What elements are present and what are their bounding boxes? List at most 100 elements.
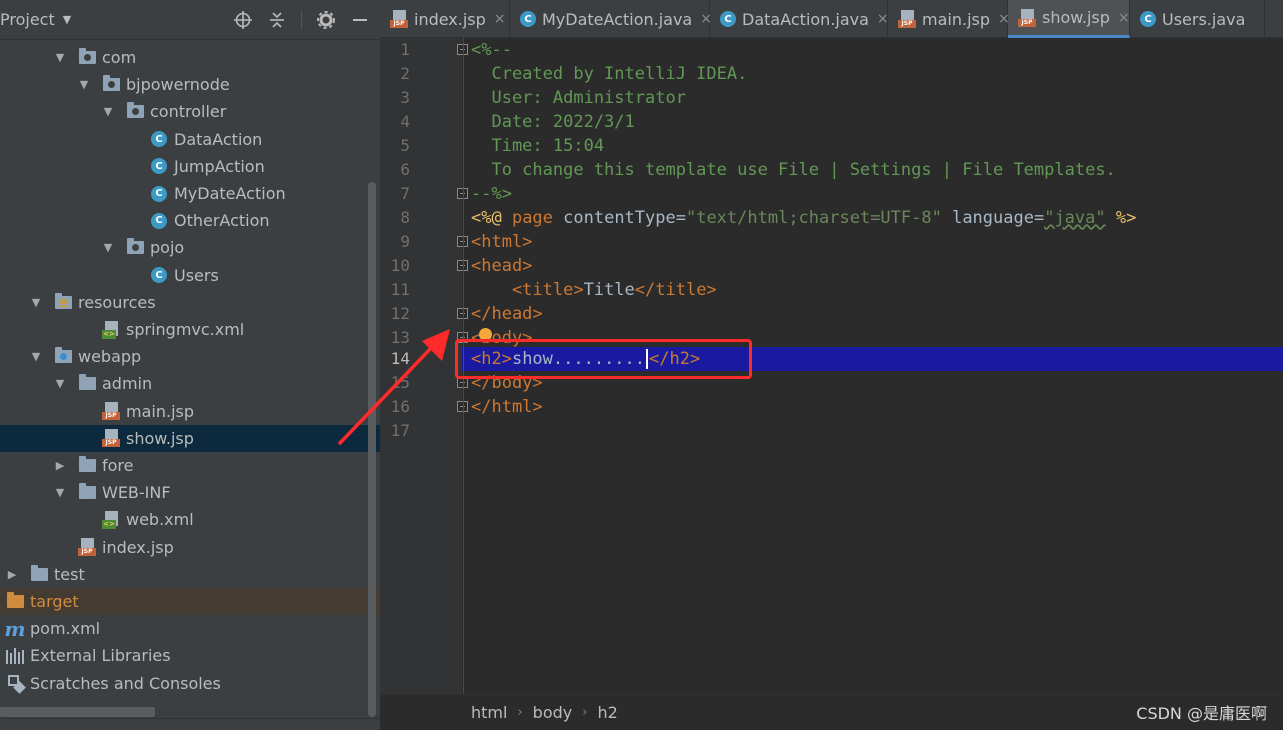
expand-arrow-right-icon[interactable]: ▶ [54, 459, 66, 472]
code-line-11: <title>Title</title> [471, 278, 717, 302]
chevron-down-icon: ▼ [62, 13, 72, 26]
line-number: 2 [400, 64, 410, 83]
jsp-page-keyword: page [511, 208, 553, 228]
line-number: 1 [400, 40, 410, 59]
package-folder-icon [102, 75, 120, 94]
tree-item-fore[interactable]: ▶ fore [0, 452, 380, 479]
close-icon[interactable]: × [1118, 10, 1130, 26]
java-class-icon: C [150, 266, 168, 284]
tree-item-label: test [54, 564, 85, 584]
expand-arrow-down-icon[interactable]: ▼ [102, 241, 114, 254]
breadcrumb-item-html[interactable]: html [471, 703, 507, 722]
tree-item-web-xml[interactable]: <> web.xml [0, 506, 380, 533]
tree-item-external-libraries[interactable]: External Libraries [0, 642, 380, 669]
code-line-12: </head> [471, 304, 543, 324]
scratches-icon [6, 674, 26, 694]
project-view-selector[interactable]: Project ▼ [0, 10, 71, 29]
tab-label: main.jsp [922, 9, 990, 29]
tree-item-test[interactable]: ▶ test [0, 561, 380, 588]
code-line-7: --%> [471, 184, 512, 204]
toolbar-divider [301, 10, 302, 30]
tree-item-web-inf[interactable]: ▼ WEB-INF [0, 479, 380, 506]
expand-arrow-down-icon[interactable]: ▼ [30, 350, 42, 363]
line-number: 11 [390, 280, 410, 299]
tree-item-users[interactable]: C Users [0, 262, 380, 289]
tree-item-bjpowernode[interactable]: ▼ bjpowernode [0, 71, 380, 98]
tree-item-webapp[interactable]: ▼ webapp [0, 343, 380, 370]
expand-arrow-right-icon[interactable]: ▶ [6, 568, 18, 581]
line-number: 10 [390, 256, 410, 275]
project-tree-horizontal-scrollbar[interactable] [0, 707, 155, 717]
tree-item-label: bjpowernode [126, 75, 230, 95]
tree-item-controller[interactable]: ▼ controller [0, 98, 380, 125]
close-icon[interactable]: × [494, 11, 506, 27]
annotation-arrow-icon [338, 329, 450, 445]
tree-item-springmvc-xml[interactable]: <> springmvc.xml [0, 316, 380, 343]
java-class-icon: C [720, 11, 736, 27]
tree-item-label: Users [174, 265, 219, 285]
tree-item-pojo[interactable]: ▼ pojo [0, 234, 380, 261]
tree-item-label: WEB-INF [102, 483, 171, 503]
folder-icon [30, 564, 48, 583]
libraries-icon [6, 647, 24, 665]
expand-arrow-down-icon[interactable]: ▼ [102, 105, 114, 118]
package-folder-icon [78, 48, 96, 67]
tab-label: MyDateAction.java [542, 9, 693, 29]
breadcrumb-item-body[interactable]: body [533, 703, 573, 722]
line-number: 8 [400, 208, 410, 227]
breadcrumb-separator-icon: › [582, 705, 588, 720]
minimize-icon[interactable] [350, 9, 370, 31]
tree-item-com[interactable]: ▼ com [0, 44, 380, 71]
tree-item-label: DataAction [174, 129, 263, 149]
title-close-tag: </title> [634, 280, 717, 300]
tab-show-jsp[interactable]: JSP show.jsp × [1008, 0, 1130, 38]
tree-item-label: resources [78, 292, 156, 312]
collapse-all-icon[interactable] [267, 9, 287, 31]
tree-item-jumpaction[interactable]: C JumpAction [0, 153, 380, 180]
tree-item-label: web.xml [126, 510, 194, 530]
tab-label: Users.java [1162, 9, 1246, 29]
breadcrumb-item-h2[interactable]: h2 [597, 703, 617, 722]
line-number: 7 [400, 184, 410, 203]
gear-icon[interactable] [316, 9, 336, 31]
expand-arrow-down-icon[interactable]: ▼ [54, 377, 66, 390]
tab-main-jsp[interactable]: JSP main.jsp × [888, 0, 1010, 38]
close-icon[interactable]: × [877, 11, 889, 27]
attr-content-type: contentType= [552, 208, 686, 228]
line-number: 3 [400, 88, 410, 107]
tree-item-show-jsp[interactable]: JSP show.jsp [0, 424, 380, 452]
expand-arrow-down-icon[interactable]: ▼ [78, 78, 90, 91]
expand-arrow-down-icon[interactable]: ▼ [30, 296, 42, 309]
code-line-4: Date: 2022/3/1 [471, 112, 635, 132]
tree-item-label: index.jsp [102, 537, 174, 557]
package-folder-icon [126, 102, 144, 121]
tree-item-label: pom.xml [30, 619, 101, 639]
tab-index-jsp[interactable]: JSP index.jsp × [380, 0, 510, 38]
tree-item-target[interactable]: ▶target [0, 588, 380, 615]
editor-tab-bar: JSP index.jsp × C MyDateAction.java × C DataAct… [380, 0, 1283, 38]
tree-item-index-jsp[interactable]: JSP index.jsp [0, 534, 380, 561]
jsp-file-icon: JSP [102, 402, 120, 421]
code-line-6: To change this template use File | Setti… [471, 160, 1116, 180]
expand-arrow-down-icon[interactable]: ▼ [54, 51, 66, 64]
tree-item-label: External Libraries [30, 646, 171, 666]
tree-item-resources[interactable]: ▼ resources [0, 289, 380, 316]
tab-users-java[interactable]: C Users.java [1130, 0, 1265, 38]
xml-file-icon: <> [102, 510, 120, 529]
locate-icon[interactable] [233, 9, 253, 31]
tab-dataaction-java[interactable]: C DataAction.java × [710, 0, 889, 38]
tree-item-label: main.jsp [126, 401, 194, 421]
tree-item-label: show.jsp [126, 428, 194, 448]
tree-item-otheraction[interactable]: C OtherAction [0, 207, 380, 234]
tree-item-pom-xml[interactable]: m pom.xml [0, 615, 380, 642]
tree-item-mydateaction[interactable]: C MyDateAction [0, 180, 380, 207]
expand-arrow-down-icon[interactable]: ▼ [54, 486, 66, 499]
tree-item-label: JumpAction [174, 156, 265, 176]
tree-item-dataaction[interactable]: C DataAction [0, 126, 380, 153]
tab-mydateaction-java[interactable]: C MyDateAction.java × [510, 0, 712, 38]
tree-item-label: MyDateAction [174, 184, 286, 203]
tree-item-main-jsp[interactable]: JSP main.jsp [0, 398, 380, 425]
excluded-folder-icon [6, 592, 24, 611]
tree-item-admin[interactable]: ▼ admin [0, 370, 380, 397]
tree-item-scratches-and-consoles[interactable]: Scratches and Consoles [0, 670, 380, 697]
